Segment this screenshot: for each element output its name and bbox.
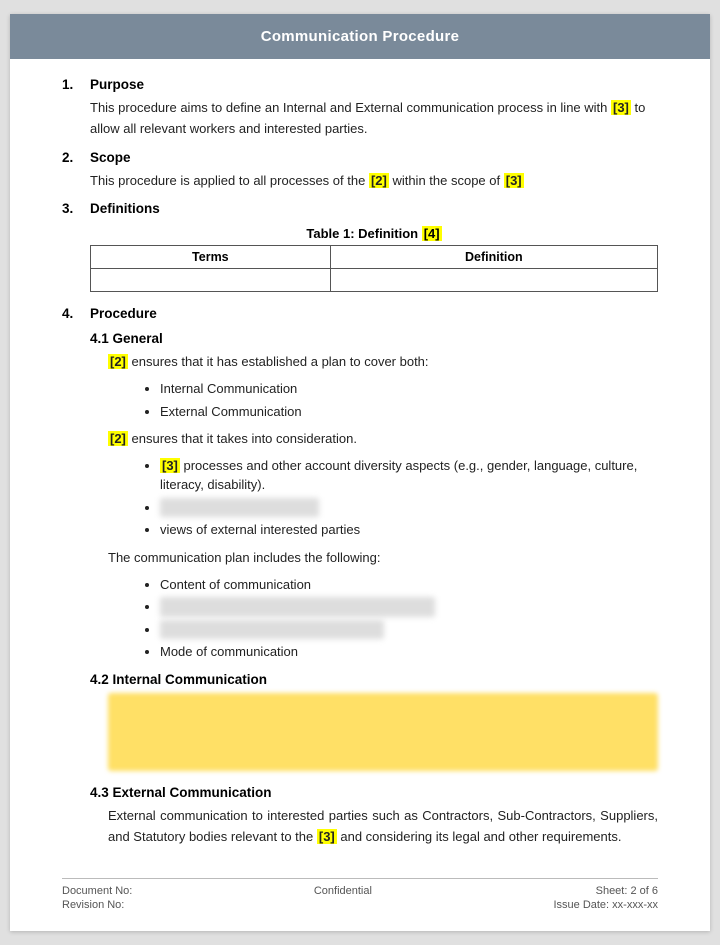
section-1-content: Purpose This procedure aims to define an…	[90, 77, 658, 146]
comm-plan-para: The communication plan includes the foll…	[108, 548, 658, 569]
section-3-number: 3.	[62, 201, 90, 216]
subsection-4-3-content: External communication to interested par…	[90, 806, 658, 848]
table-header-terms: Terms	[91, 246, 331, 269]
subsection-4-1-title: 4.1 General	[90, 331, 658, 346]
list-item-mode: Mode of communication	[160, 642, 658, 662]
footer-doc-no: Document No:	[62, 885, 132, 897]
blurred-text-3	[160, 620, 384, 640]
section-1-number: 1.	[62, 77, 90, 92]
table-cell-definition	[330, 269, 657, 292]
table-header-row: Terms Definition	[91, 246, 658, 269]
subsection-4-2-content	[90, 693, 658, 771]
ref-2-highlight-general: [2]	[108, 354, 128, 369]
list-item-blurred-1	[160, 498, 658, 518]
consideration-list: [3] processes and other account diversit…	[108, 456, 658, 540]
section-4-content: Procedure 4.1 General [2] ensures that i…	[90, 306, 658, 853]
ref-2-highlight-scope: [2]	[369, 173, 389, 188]
subsection-4-1-content: [2] ensures that it has established a pl…	[90, 352, 658, 661]
section-1: 1. Purpose This procedure aims to define…	[62, 77, 658, 146]
footer-sheet: Sheet: 2 of 6	[553, 885, 658, 897]
section-2: 2. Scope This procedure is applied to al…	[62, 150, 658, 198]
general-para-2: [2] ensures that it takes into considera…	[108, 429, 658, 450]
external-comm-para: External communication to interested par…	[108, 806, 658, 848]
section-4-label: Procedure	[90, 306, 157, 321]
ref-3-highlight-1: [3]	[611, 100, 631, 115]
communication-types-list: Internal Communication External Communic…	[108, 379, 658, 421]
list-item-blurred-3	[160, 620, 658, 640]
ref-3-highlight-processes: [3]	[160, 458, 180, 473]
section-3-label: Definitions	[90, 201, 160, 216]
ref-4-highlight-table: [4]	[422, 226, 442, 241]
list-item-external: External Communication	[160, 402, 658, 422]
ref-2-highlight-consideration: [2]	[108, 431, 128, 446]
section-3: 3. Definitions Table 1: Definition [4] T…	[62, 201, 658, 302]
table-cell-term	[91, 269, 331, 292]
footer-revision: Revision No:	[62, 899, 132, 911]
section-2-label: Scope	[90, 150, 131, 165]
subsection-4-3-title: 4.3 External Communication	[90, 785, 658, 800]
table-header-definition: Definition	[330, 246, 657, 269]
blurred-text-2	[160, 597, 435, 617]
footer-issue-date: Issue Date: xx-xxx-xx	[553, 899, 658, 911]
definition-table: Terms Definition	[90, 245, 658, 292]
table-caption: Table 1: Definition [4]	[90, 226, 658, 241]
document-page: Communication Procedure 1. Purpose This …	[10, 14, 710, 931]
list-item-processes: [3] processes and other account diversit…	[160, 456, 658, 495]
section-1-label: Purpose	[90, 77, 144, 92]
section-3-content: Definitions Table 1: Definition [4] Term…	[90, 201, 658, 302]
subsection-4-2-title: 4.2 Internal Communication	[90, 672, 658, 687]
footer-confidential: Confidential	[314, 885, 372, 897]
section-2-number: 2.	[62, 150, 90, 165]
ref-3-highlight-scope: [3]	[504, 173, 524, 188]
ref-3-highlight-external: [3]	[317, 829, 337, 844]
section-4-number: 4.	[62, 306, 90, 321]
document-title: Communication Procedure	[10, 14, 710, 59]
section-1-para: This procedure aims to define an Interna…	[90, 98, 658, 140]
page-footer: Document No: Revision No: Confidential S…	[62, 878, 658, 911]
table-row	[91, 269, 658, 292]
general-para-1: [2] ensures that it has established a pl…	[108, 352, 658, 373]
internal-comm-blurred	[108, 693, 658, 771]
list-item-blurred-2	[160, 597, 658, 617]
footer-right: Sheet: 2 of 6 Issue Date: xx-xxx-xx	[553, 885, 658, 911]
list-item-content: Content of communication	[160, 575, 658, 595]
page-content: 1. Purpose This procedure aims to define…	[10, 59, 710, 868]
list-item-external-parties: views of external interested parties	[160, 520, 658, 540]
footer-center: Confidential	[314, 885, 372, 911]
list-item-internal: Internal Communication	[160, 379, 658, 399]
blurred-text-1	[160, 498, 319, 518]
section-4: 4. Procedure 4.1 General [2] ensures tha…	[62, 306, 658, 853]
section-2-content: Scope This procedure is applied to all p…	[90, 150, 658, 198]
comm-plan-list: Content of communication	[108, 575, 658, 662]
section-2-para: This procedure is applied to all process…	[90, 171, 658, 192]
footer-left: Document No: Revision No:	[62, 885, 132, 911]
